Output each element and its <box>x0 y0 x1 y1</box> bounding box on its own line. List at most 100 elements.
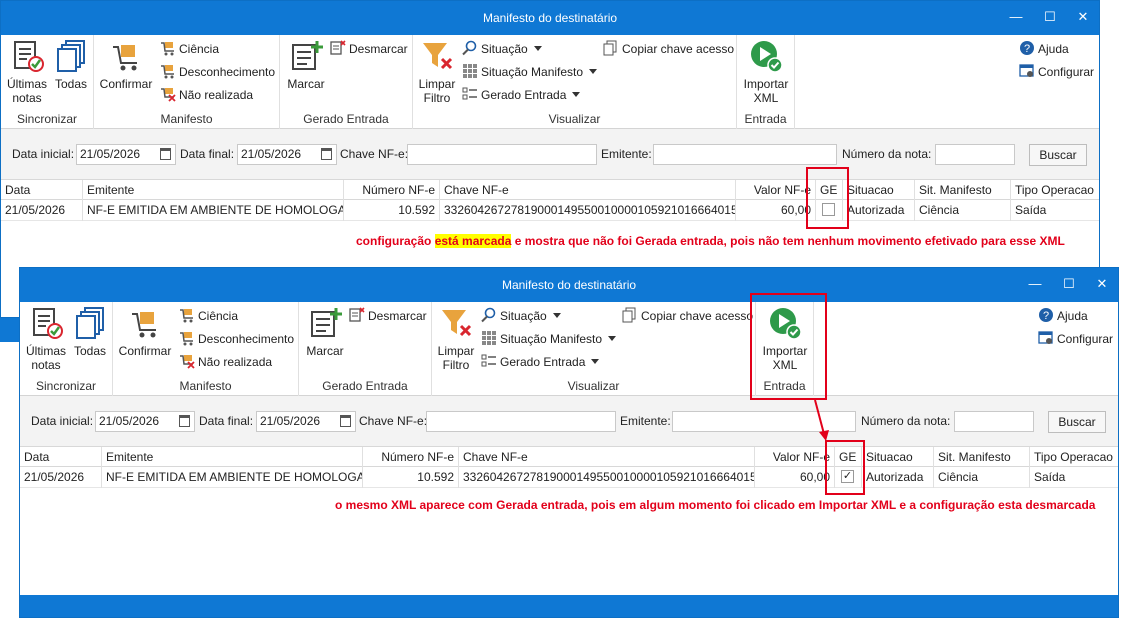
header-data[interactable]: Data <box>1 180 83 201</box>
list-checklist-icon <box>481 354 496 367</box>
settings-window-icon <box>1038 331 1053 344</box>
gerado-entrada-dropdown[interactable]: Gerado Entrada <box>462 86 581 104</box>
limpar-filtro-button[interactable]: Limpar Filtro <box>435 306 477 372</box>
nao-realizada-button[interactable]: Não realizada <box>160 86 253 104</box>
marcar-button[interactable]: Marcar <box>303 306 347 358</box>
maximize-button[interactable]: ☐ <box>1039 8 1061 26</box>
configurar-button[interactable]: Configurar <box>1038 330 1113 348</box>
copiar-chave-button[interactable]: Copiar chave acesso <box>603 40 734 58</box>
header-valor[interactable]: Valor NF-e <box>755 447 835 468</box>
data-inicial-input[interactable]: 21/05/2026 <box>95 411 195 432</box>
buscar-button[interactable]: Buscar <box>1048 411 1106 433</box>
cell-sit-manifesto: Ciência <box>915 200 1011 221</box>
ciencia-button[interactable]: Ciência <box>179 307 238 325</box>
header-situacao[interactable]: Situacao <box>843 180 915 201</box>
minimize-button[interactable]: — <box>1024 275 1046 293</box>
chave-nfe-label: Chave NF-e: <box>359 414 428 428</box>
svg-text:?: ? <box>1024 43 1030 55</box>
desmarcar-button[interactable]: Desmarcar <box>349 307 427 325</box>
calendar-icon[interactable] <box>160 148 171 160</box>
situacao-manifesto-dropdown[interactable]: Situação Manifesto <box>481 330 617 348</box>
header-data[interactable]: Data <box>20 447 102 468</box>
calendar-icon[interactable] <box>340 415 351 427</box>
header-tipo[interactable]: Tipo Operacao <box>1011 180 1099 201</box>
ultimas-notas-button[interactable]: Últimas notas <box>24 306 68 372</box>
importar-xml-button[interactable]: Importar XML <box>739 39 793 105</box>
data-final-input[interactable]: 21/05/2026 <box>256 411 356 432</box>
group-sincronizar: Últimas notas Todas Sincronizar <box>20 302 113 396</box>
table-row[interactable]: 21/05/2026 NF-E EMITIDA EM AMBIENTE DE H… <box>1 200 1099 221</box>
group-gerado-entrada: Marcar Desmarcar Gerado Entrada <box>280 35 413 129</box>
title-bar: Manifesto do destinatário — ☐ ✕ <box>20 268 1118 302</box>
header-chave[interactable]: Chave NF-e <box>459 447 755 468</box>
header-emitente[interactable]: Emitente <box>83 180 344 201</box>
ajuda-button[interactable]: ? Ajuda <box>1038 307 1088 325</box>
chave-nfe-label: Chave NF-e: <box>340 147 409 161</box>
marcar-label: Marcar <box>287 77 325 91</box>
header-sit-manifesto[interactable]: Sit. Manifesto <box>934 447 1030 468</box>
maximize-button[interactable]: ☐ <box>1058 275 1080 293</box>
data-inicial-input[interactable]: 21/05/2026 <box>76 144 176 165</box>
ciencia-button[interactable]: Ciência <box>160 40 219 58</box>
header-emitente[interactable]: Emitente <box>102 447 363 468</box>
clear-filter-icon <box>423 43 453 70</box>
header-situacao[interactable]: Situacao <box>862 447 934 468</box>
desmarcar-label: Desmarcar <box>368 309 427 323</box>
cell-data: 21/05/2026 <box>1 200 83 221</box>
cart-small-icon <box>161 42 174 56</box>
ajuda-button[interactable]: ? Ajuda <box>1019 40 1069 58</box>
chevron-down-icon <box>572 92 581 97</box>
header-chave[interactable]: Chave NF-e <box>440 180 736 201</box>
situacao-label: Situação <box>481 42 528 56</box>
calendar-icon[interactable] <box>321 148 332 160</box>
document-check-icon <box>33 308 63 339</box>
numero-nota-input[interactable] <box>954 411 1034 432</box>
chave-nfe-input[interactable] <box>407 144 597 165</box>
minimize-button[interactable]: — <box>1005 8 1027 26</box>
filter-bar: Data inicial: 21/05/2026 Data final: 21/… <box>20 396 1118 446</box>
limpar-filtro-button[interactable]: Limpar Filtro <box>416 39 458 105</box>
situacao-dropdown[interactable]: Situação <box>462 40 542 58</box>
desconhecimento-label: Desconhecimento <box>198 332 295 346</box>
cart-cancel-icon <box>180 355 195 369</box>
marcar-button[interactable]: Marcar <box>284 39 328 91</box>
ribbon: Últimas notas Todas Sincronizar Confirma… <box>1 35 1099 129</box>
ultimas-notas-button[interactable]: Últimas notas <box>5 39 49 105</box>
cell-valor: 60,00 <box>755 467 835 488</box>
calendar-icon[interactable] <box>179 415 190 427</box>
confirmar-button[interactable]: Confirmar <box>98 39 154 91</box>
numero-nota-input[interactable] <box>935 144 1015 165</box>
data-final-input[interactable]: 21/05/2026 <box>237 144 337 165</box>
header-tipo[interactable]: Tipo Operacao <box>1030 447 1118 468</box>
situacao-manifesto-dropdown[interactable]: Situação Manifesto <box>462 63 598 81</box>
desmarcar-button[interactable]: Desmarcar <box>330 40 408 58</box>
header-sit-manifesto[interactable]: Sit. Manifesto <box>915 180 1011 201</box>
buscar-button[interactable]: Buscar <box>1029 144 1087 166</box>
configurar-button[interactable]: Configurar <box>1019 63 1094 81</box>
confirmar-button[interactable]: Confirmar <box>117 306 173 358</box>
desconhecimento-button[interactable]: Desconhecimento <box>160 63 275 81</box>
copiar-chave-button[interactable]: Copiar chave acesso <box>622 307 753 325</box>
group-manifesto: Confirmar Ciência Desconhecimento Não re… <box>113 302 299 396</box>
chave-nfe-input[interactable] <box>426 411 616 432</box>
close-button[interactable]: ✕ <box>1072 8 1094 26</box>
header-numero[interactable]: Número NF-e <box>344 180 440 201</box>
list-add-icon <box>292 41 323 70</box>
data-inicial-label: Data inicial: <box>31 414 94 428</box>
chevron-down-icon <box>552 313 561 318</box>
header-valor[interactable]: Valor NF-e <box>736 180 816 201</box>
todas-button[interactable]: Todas <box>53 39 89 91</box>
situacao-dropdown[interactable]: Situação <box>481 307 561 325</box>
nao-realizada-button[interactable]: Não realizada <box>179 353 272 371</box>
close-button[interactable]: ✕ <box>1091 275 1113 293</box>
chevron-down-icon <box>591 359 600 364</box>
desconhecimento-button[interactable]: Desconhecimento <box>179 330 294 348</box>
header-numero[interactable]: Número NF-e <box>363 447 459 468</box>
todas-button[interactable]: Todas <box>72 306 108 358</box>
gerado-entrada-dropdown[interactable]: Gerado Entrada <box>481 353 600 371</box>
group-gerado-entrada: Marcar Desmarcar Gerado Entrada <box>299 302 432 396</box>
table-row[interactable]: 21/05/2026 NF-E EMITIDA EM AMBIENTE DE H… <box>20 467 1118 488</box>
grid-icon <box>482 331 496 345</box>
emitente-input[interactable] <box>653 144 837 165</box>
cart-icon <box>132 312 156 338</box>
